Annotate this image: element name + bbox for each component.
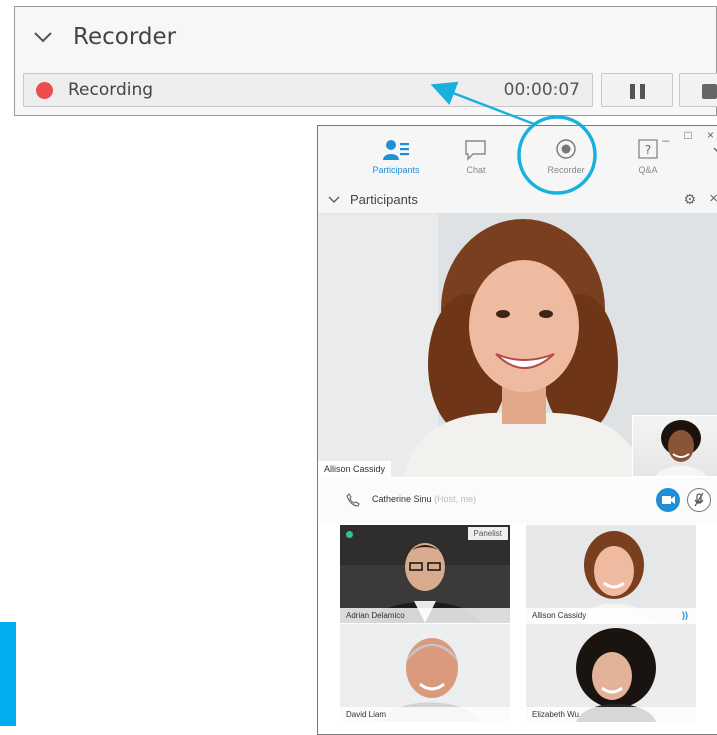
participants-title: Participants <box>350 192 418 207</box>
active-speaker-name: Allison Cassidy <box>318 461 392 477</box>
tab-recorder-label: Recorder <box>547 165 585 175</box>
qa-icon: ? <box>638 139 658 159</box>
meeting-window: _ □ × Participants Chat Recorder ? Q&A P… <box>317 125 717 735</box>
participant-name: David Liam <box>340 707 510 722</box>
mute-button[interactable] <box>687 488 711 512</box>
host-row[interactable]: Catherine Sinu (Host, me) <box>318 478 717 524</box>
participant-tile[interactable]: Allison Cassidy )) <box>526 525 696 623</box>
recording-dot-icon <box>36 82 53 99</box>
tab-qa[interactable]: ? Q&A <box>608 138 688 175</box>
recorder-controls: Recording 00:00:07 <box>23 73 717 107</box>
pause-icon <box>630 84 635 99</box>
tab-recorder[interactable]: Recorder <box>526 138 606 175</box>
gear-icon[interactable]: ⚙ <box>683 191 696 208</box>
elapsed-time: 00:00:07 <box>503 80 580 100</box>
participant-name: Allison Cassidy <box>526 608 696 623</box>
recorder-header[interactable]: Recorder <box>15 7 716 67</box>
tab-chat-label: Chat <box>466 165 486 175</box>
more-tabs-chevron-icon[interactable] <box>712 146 717 156</box>
tab-participants[interactable]: Participants <box>356 138 436 175</box>
self-view-video[interactable] <box>632 415 717 477</box>
panelist-badge: Panelist <box>467 527 508 540</box>
active-speaker-video[interactable]: Allison Cassidy <box>318 214 717 477</box>
host-role: (Host, me) <box>434 494 477 504</box>
stop-icon <box>702 84 717 99</box>
phone-icon <box>346 493 360 507</box>
tab-qa-label: Q&A <box>638 165 658 175</box>
participant-tile[interactable]: David Liam <box>340 624 510 722</box>
participants-icon <box>383 140 409 160</box>
chevron-down-icon[interactable] <box>31 25 55 49</box>
participant-tile[interactable]: Elizabeth Wu <box>526 624 696 722</box>
video-camera-button[interactable] <box>656 488 680 512</box>
active-indicator-icon <box>346 531 353 538</box>
recording-label: Recording <box>68 80 154 100</box>
host-name: Catherine Sinu (Host, me) <box>372 494 477 504</box>
tab-chat[interactable]: Chat <box>436 138 516 175</box>
side-accent-bar <box>0 622 16 726</box>
chat-icon <box>465 140 486 161</box>
recording-status: Recording 00:00:07 <box>23 73 593 107</box>
recorder-title: Recorder <box>73 24 177 50</box>
video-camera-icon <box>662 496 675 504</box>
microphone-muted-icon <box>694 492 704 507</box>
participant-tile[interactable]: Panelist Adrian Delamico <box>340 525 510 623</box>
recorder-icon <box>556 139 576 159</box>
participant-name: Elizabeth Wu <box>526 707 696 722</box>
participant-name: Adrian Delamico <box>340 608 510 623</box>
panel-toolbar: _ □ × Participants Chat Recorder ? Q&A <box>318 126 717 186</box>
recorder-panel: Recorder Recording 00:00:07 <box>14 6 717 116</box>
stop-button[interactable] <box>679 73 717 107</box>
svg-text:?: ? <box>645 143 651 157</box>
close-icon[interactable]: × <box>709 190 717 207</box>
chevron-down-icon[interactable] <box>328 195 340 205</box>
tab-participants-label: Participants <box>372 165 420 175</box>
participants-header[interactable]: Participants ⚙ × <box>318 186 717 214</box>
speaking-indicator-icon: )) <box>682 610 688 620</box>
pause-button[interactable] <box>601 73 673 107</box>
